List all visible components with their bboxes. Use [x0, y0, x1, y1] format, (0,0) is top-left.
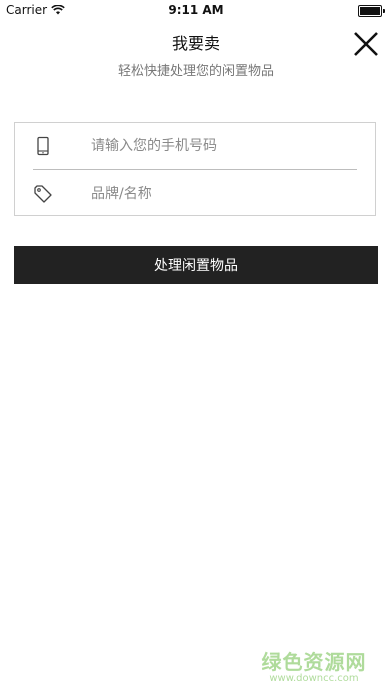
- watermark-text: 绿色资源网: [261, 650, 367, 674]
- phone-icon: [37, 136, 49, 156]
- phone-row: [15, 123, 375, 169]
- field-divider: [33, 169, 357, 170]
- status-time: 9:11 AM: [168, 3, 224, 17]
- sell-form: [14, 122, 376, 216]
- page-title: 我要卖: [171, 34, 220, 53]
- tag-icon: [34, 185, 52, 203]
- phone-input[interactable]: [91, 133, 357, 159]
- watermark-url: www.downcc.com: [269, 673, 359, 684]
- brand-row: [15, 171, 375, 217]
- page-subtitle: 轻松快捷处理您的闲置物品: [117, 64, 274, 79]
- brand-input[interactable]: [91, 181, 357, 207]
- battery-icon: [358, 5, 385, 17]
- watermark: 绿色资源网 www.downcc.com: [254, 646, 374, 684]
- status-bar: Carrier 9:11 AM: [0, 0, 392, 20]
- close-icon: [354, 32, 378, 56]
- close-button[interactable]: [350, 28, 382, 60]
- submit-button-label: 处理闲置物品: [154, 258, 238, 274]
- submit-button[interactable]: 处理闲置物品: [14, 246, 378, 284]
